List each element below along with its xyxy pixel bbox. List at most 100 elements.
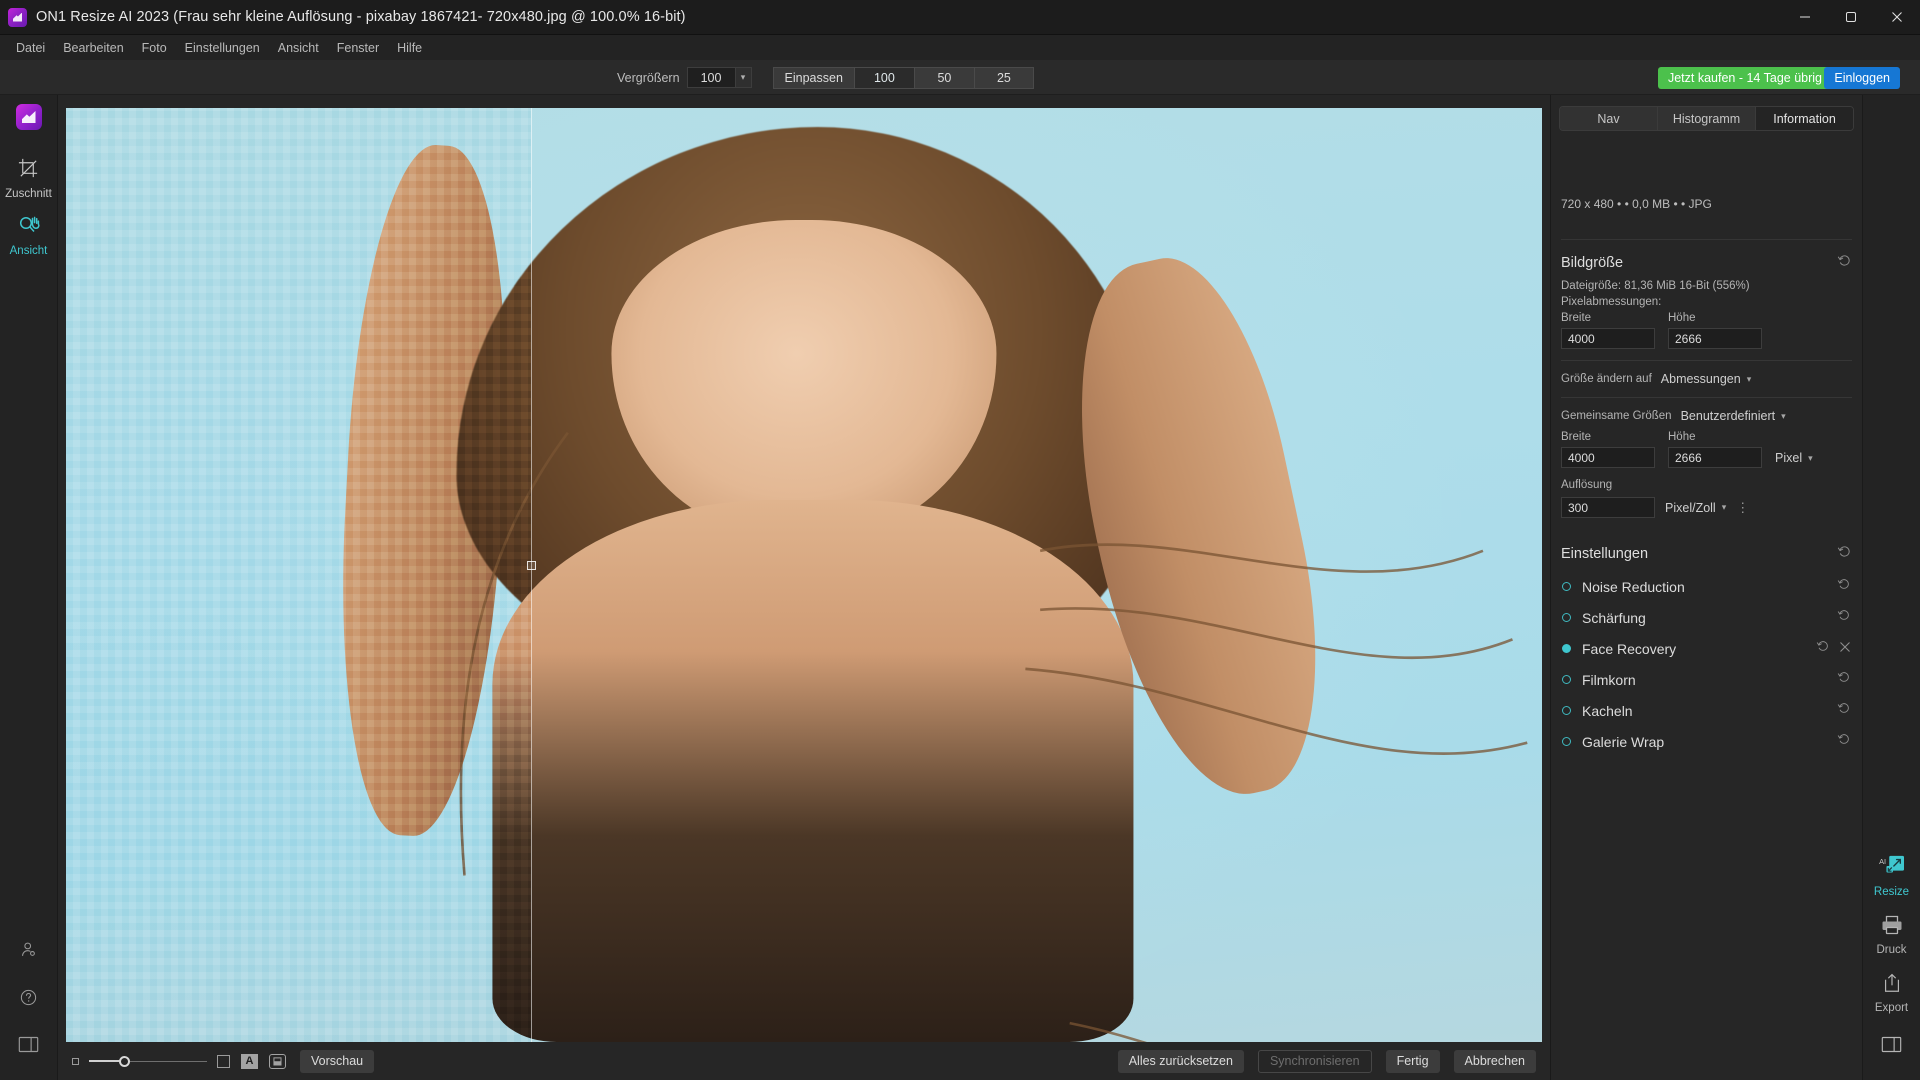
fit-preset-group: Einpassen 100 50 25 bbox=[772, 66, 1034, 89]
tab-histogramm[interactable]: Histogramm bbox=[1658, 107, 1756, 130]
maximize-icon[interactable] bbox=[1828, 0, 1874, 35]
chevron-down-icon[interactable]: ▾ bbox=[734, 67, 752, 88]
reset-icon[interactable] bbox=[1837, 253, 1852, 273]
reset-icon[interactable] bbox=[1837, 577, 1851, 596]
rtool-resize[interactable]: AI Resize bbox=[1874, 854, 1909, 898]
setting-galerie-wrap[interactable]: Galerie Wrap bbox=[1561, 726, 1852, 757]
setting-kacheln[interactable]: Kacheln bbox=[1561, 695, 1852, 726]
image-info-line: 720 x 480 • • 0,0 MB • • JPG bbox=[1561, 197, 1712, 211]
zoom-preset-50[interactable]: 50 bbox=[913, 66, 974, 89]
toggle-icon[interactable] bbox=[1562, 737, 1571, 746]
user-icon[interactable] bbox=[19, 940, 38, 964]
reset-icon[interactable] bbox=[1816, 639, 1830, 658]
reset-icon[interactable] bbox=[1837, 670, 1851, 689]
panel-toggle-icon[interactable] bbox=[18, 1036, 39, 1058]
source-width-group: Breite 4000 bbox=[1561, 312, 1655, 349]
chevron-down-icon: ▾ bbox=[1781, 410, 1786, 421]
out-height-group: Höhe 2666 bbox=[1668, 431, 1762, 468]
setting-noise-reduction[interactable]: Noise Reduction bbox=[1561, 571, 1852, 602]
tool-zuschnitt[interactable]: Zuschnitt bbox=[0, 150, 58, 206]
crop-icon bbox=[17, 157, 40, 185]
common-sizes-label: Gemeinsame Größen bbox=[1561, 410, 1672, 422]
menu-item-hilfe[interactable]: Hilfe bbox=[388, 38, 431, 58]
left-toolbar: Zuschnitt Ansicht bbox=[0, 95, 58, 1080]
setting-schaerfung[interactable]: Schärfung bbox=[1561, 602, 1852, 633]
out-height-input[interactable]: 2666 bbox=[1668, 447, 1762, 468]
tool-ansicht[interactable]: Ansicht bbox=[0, 206, 58, 263]
resize-to-value: Abmessungen bbox=[1660, 372, 1741, 386]
toggle-icon[interactable] bbox=[1562, 613, 1571, 622]
menu-item-foto[interactable]: Foto bbox=[133, 38, 176, 58]
source-height-group: Höhe 2666 bbox=[1668, 312, 1762, 349]
row-actions bbox=[1837, 701, 1851, 720]
file-size-text: Dateigröße: 81,36 MiB 16-Bit (556%) bbox=[1561, 280, 1750, 292]
toggle-icon[interactable] bbox=[1562, 706, 1571, 715]
section-bildgroesse: Bildgröße Dateigröße: 81,36 MiB 16-Bit (… bbox=[1551, 240, 1862, 518]
export-icon bbox=[1881, 972, 1903, 999]
canvas-area bbox=[58, 95, 1550, 1042]
before-after-split-line[interactable] bbox=[530, 108, 532, 1042]
zoom-preset-25[interactable]: 25 bbox=[973, 66, 1034, 89]
canvas-region: A ⬓ Vorschau Alles zurücksetzen Synchron… bbox=[58, 95, 1550, 1080]
right-toolbar: AI Resize Druck Export bbox=[1862, 95, 1920, 1080]
setting-filmkorn[interactable]: Filmkorn bbox=[1561, 664, 1852, 695]
reset-icon[interactable] bbox=[1837, 544, 1852, 564]
help-icon[interactable] bbox=[19, 988, 38, 1012]
minimize-icon[interactable] bbox=[1782, 0, 1828, 35]
menu-item-datei[interactable]: Datei bbox=[7, 38, 54, 58]
tab-nav[interactable]: Nav bbox=[1560, 107, 1658, 130]
out-width-input[interactable]: 4000 bbox=[1561, 447, 1655, 468]
resize-to-dropdown[interactable]: Abmessungen ▾ bbox=[1661, 372, 1751, 386]
login-button[interactable]: Einloggen bbox=[1824, 67, 1900, 89]
close-icon[interactable] bbox=[1874, 0, 1920, 35]
menu-item-fenster[interactable]: Fenster bbox=[328, 38, 388, 58]
reset-icon[interactable] bbox=[1837, 701, 1851, 720]
resolution-input[interactable]: 300 bbox=[1561, 497, 1655, 518]
reset-all-button[interactable]: Alles zurücksetzen bbox=[1117, 1049, 1244, 1073]
resize-to-label: Größe ändern auf bbox=[1561, 373, 1652, 385]
toggle-icon[interactable] bbox=[1562, 644, 1571, 653]
before-after-split-handle[interactable] bbox=[526, 560, 536, 570]
divider bbox=[1561, 360, 1852, 361]
tab-information[interactable]: Information bbox=[1756, 107, 1853, 130]
toggle-icon[interactable] bbox=[1562, 582, 1571, 591]
zoom-input[interactable]: 100 bbox=[686, 67, 735, 88]
thumb-large-icon[interactable] bbox=[217, 1054, 230, 1068]
buy-now-button[interactable]: Jetzt kaufen - 14 Tage übrig bbox=[1657, 67, 1832, 89]
source-height-input[interactable]: 2666 bbox=[1668, 328, 1762, 349]
thumb-small-icon[interactable] bbox=[72, 1057, 79, 1065]
common-sizes-value: Benutzerdefiniert bbox=[1680, 409, 1776, 423]
menu-item-einstellungen[interactable]: Einstellungen bbox=[176, 38, 269, 58]
unit-dropdown[interactable]: Pixel ▾ bbox=[1775, 451, 1813, 465]
rtool-panel-toggle[interactable] bbox=[1881, 1036, 1902, 1058]
pixelated-overlay bbox=[66, 108, 531, 1042]
common-sizes-dropdown[interactable]: Benutzerdefiniert ▾ bbox=[1681, 409, 1786, 423]
cancel-button[interactable]: Abbrechen bbox=[1453, 1049, 1536, 1073]
slider-knob[interactable] bbox=[119, 1055, 130, 1067]
app-logo-icon bbox=[8, 7, 27, 27]
reset-icon[interactable] bbox=[1837, 608, 1851, 627]
chevron-down-icon: ▾ bbox=[1808, 452, 1813, 463]
done-button[interactable]: Fertig bbox=[1385, 1049, 1440, 1073]
compare-icon[interactable]: A bbox=[241, 1053, 258, 1069]
section-einstellungen-title: Einstellungen bbox=[1561, 546, 1649, 562]
thumbnail-size-slider[interactable] bbox=[89, 1054, 207, 1068]
soft-proof-icon[interactable]: ⬓ bbox=[269, 1053, 286, 1069]
menu-item-ansicht[interactable]: Ansicht bbox=[269, 38, 328, 58]
menu-item-bearbeiten[interactable]: Bearbeiten bbox=[54, 38, 132, 58]
rtool-export[interactable]: Export bbox=[1875, 972, 1908, 1014]
rtool-druck[interactable]: Druck bbox=[1876, 914, 1907, 956]
zoom-preset-100[interactable]: 100 bbox=[853, 66, 914, 89]
close-icon[interactable] bbox=[1839, 640, 1851, 658]
photo-preview[interactable] bbox=[66, 108, 1542, 1042]
fit-button[interactable]: Einpassen bbox=[772, 66, 854, 89]
divider bbox=[1561, 397, 1852, 398]
source-width-input[interactable]: 4000 bbox=[1561, 328, 1655, 349]
ai-resize-icon: AI bbox=[1879, 854, 1905, 883]
reset-icon[interactable] bbox=[1837, 732, 1851, 751]
more-options-icon[interactable]: ⋮ bbox=[1736, 500, 1750, 516]
setting-face-recovery[interactable]: Face Recovery bbox=[1561, 633, 1852, 664]
preview-button[interactable]: Vorschau bbox=[300, 1049, 375, 1073]
resolution-unit-dropdown[interactable]: Pixel/Zoll ▾ bbox=[1665, 501, 1726, 515]
toggle-icon[interactable] bbox=[1562, 675, 1571, 684]
